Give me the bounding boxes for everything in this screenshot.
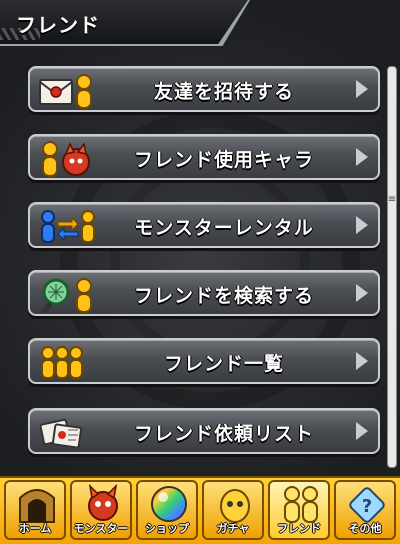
search-friend-button[interactable]: フレンドを検索する (28, 270, 380, 316)
friend-requests-label: フレンド依頼リスト (133, 423, 314, 445)
chevron-right-icon (356, 422, 368, 440)
friend-requests-button[interactable]: フレンド依頼リスト (28, 408, 380, 454)
tab-monster-label: モンスター (73, 522, 129, 535)
friend-character-label: フレンド使用キャラ (133, 149, 314, 171)
monster-rental-label: モンスターレンタル (134, 217, 314, 239)
chevron-right-icon (356, 216, 368, 234)
chevron-right-icon (356, 148, 368, 166)
tab-other[interactable]: ? その他 (334, 480, 396, 540)
chevron-right-icon (356, 284, 368, 302)
requests-cards-icon (39, 418, 83, 449)
friends-group-icon (41, 346, 83, 379)
invite-friends-label: 友達を招待する (153, 81, 294, 103)
friends-icon (284, 486, 318, 523)
friend-character-button[interactable]: フレンド使用キャラ (28, 134, 380, 180)
other-question-icon: ? (349, 487, 385, 523)
page-title: フレンド (16, 13, 100, 37)
tab-gacha[interactable]: ガチャ (202, 480, 264, 540)
tab-home-label: ホーム (18, 522, 52, 535)
tab-other-label: その他 (348, 522, 382, 535)
tab-shop[interactable]: ショップ (136, 480, 198, 540)
background-emblem-inner (110, 160, 310, 360)
invite-letter-icon (39, 74, 92, 109)
tab-friend[interactable]: フレンド (268, 480, 330, 540)
tab-monster[interactable]: モンスター (70, 480, 132, 540)
scrollbar[interactable] (387, 66, 397, 468)
home-door-icon (19, 489, 55, 523)
tab-home[interactable]: ホーム (4, 480, 66, 540)
header-bar: フレンド (0, 0, 248, 44)
dragon-icon (88, 484, 118, 521)
tab-gacha-label: ガチャ (216, 522, 250, 535)
friend-list-button[interactable]: フレンド一覧 (28, 338, 380, 384)
swap-arrows-icon (41, 210, 95, 243)
gacha-egg-icon (220, 489, 250, 523)
scrollbar-grip-icon[interactable]: ≡ (387, 194, 397, 205)
friend-monster-icon (42, 141, 90, 177)
tab-shop-label: ショップ (145, 522, 189, 535)
chevron-right-icon (356, 352, 368, 370)
friend-list-label: フレンド一覧 (163, 353, 284, 375)
search-friend-label: フレンドを検索する (133, 285, 314, 307)
monster-rental-button[interactable]: モンスターレンタル (28, 202, 380, 248)
magnifier-icon (41, 278, 92, 314)
svg-text:?: ? (362, 496, 372, 517)
tab-friend-label: フレンド (277, 522, 321, 535)
invite-friends-button[interactable]: 友達を招待する (28, 66, 380, 112)
rainbow-orb-icon (151, 486, 187, 522)
chevron-right-icon (356, 80, 368, 98)
